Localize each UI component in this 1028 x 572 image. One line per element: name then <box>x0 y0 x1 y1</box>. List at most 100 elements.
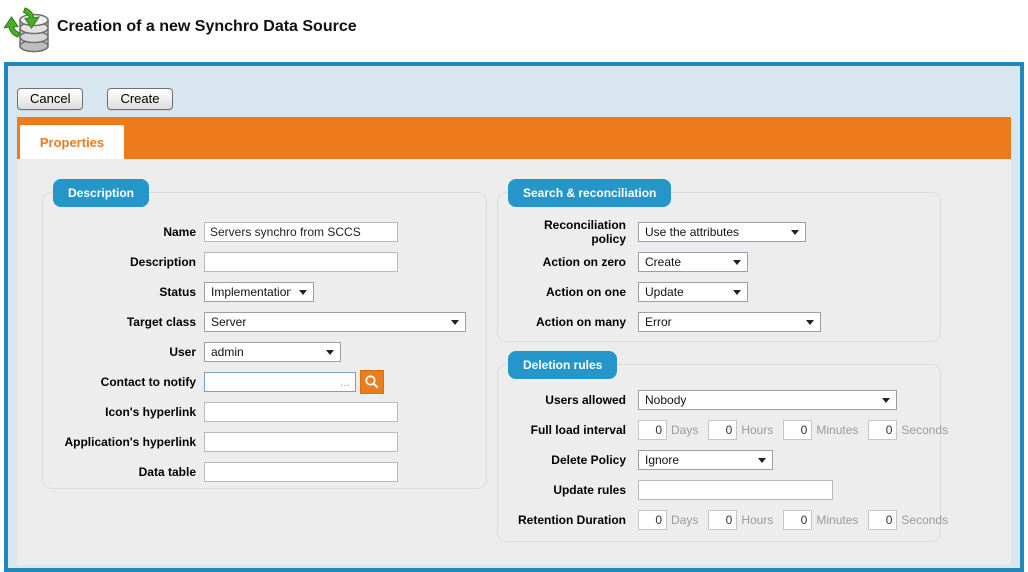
delete-policy-select-value: Ignore <box>645 453 679 467</box>
description-section: Description Name Description Status Impl… <box>42 192 487 489</box>
users-allowed-row: Users allowed Nobody <box>506 390 932 410</box>
full-load-seconds-input[interactable] <box>868 420 897 440</box>
delete-policy-row: Delete Policy Ignore <box>506 450 932 470</box>
data-table-input[interactable] <box>204 462 398 482</box>
chevron-down-icon <box>806 320 814 325</box>
action-on-one-select-value: Update <box>645 285 684 299</box>
action-on-zero-select[interactable]: Create <box>638 252 748 272</box>
retention-minutes-input[interactable] <box>783 510 812 530</box>
status-select-value: Implementation <box>211 285 291 299</box>
contact-to-notify-row: Contact to notify ... <box>51 372 478 392</box>
data-table-row: Data table <box>51 462 478 482</box>
days-unit-label: Days <box>671 513 698 527</box>
icon-hyperlink-input[interactable] <box>204 402 398 422</box>
chevron-down-icon <box>451 320 459 325</box>
full-load-minutes-input[interactable] <box>783 420 812 440</box>
application-hyperlink-input[interactable] <box>204 432 398 452</box>
minutes-unit-label: Minutes <box>816 513 858 527</box>
description-section-title: Description <box>53 179 149 207</box>
status-select[interactable]: Implementation <box>204 282 314 302</box>
user-select[interactable]: admin <box>204 342 341 362</box>
tab-properties[interactable]: Properties <box>20 125 124 159</box>
reconciliation-policy-label: Reconciliation policy <box>506 218 626 246</box>
page-header: Creation of a new Synchro Data Source <box>0 0 1028 62</box>
name-input[interactable] <box>204 222 398 242</box>
action-on-many-label: Action on many <box>506 315 626 329</box>
contact-to-notify-label: Contact to notify <box>51 375 196 389</box>
description-row: Description <box>51 252 478 272</box>
tab-strip: Properties <box>17 117 1011 159</box>
page: Creation of a new Synchro Data Source Ca… <box>0 0 1028 572</box>
description-input[interactable] <box>204 252 398 272</box>
action-on-many-select[interactable]: Error <box>638 312 821 332</box>
name-label: Name <box>51 225 196 239</box>
name-row: Name <box>51 222 478 242</box>
cancel-button[interactable]: Cancel <box>17 88 83 110</box>
chevron-down-icon <box>882 398 890 403</box>
retention-hours-input[interactable] <box>708 510 737 530</box>
contact-to-notify-input[interactable] <box>204 372 356 392</box>
hours-unit-label: Hours <box>741 423 773 437</box>
retention-days-input[interactable] <box>638 510 667 530</box>
full-load-hours-input[interactable] <box>708 420 737 440</box>
minutes-unit-label: Minutes <box>816 423 858 437</box>
action-on-zero-label: Action on zero <box>506 255 626 269</box>
delete-policy-select[interactable]: Ignore <box>638 450 773 470</box>
reconciliation-policy-select[interactable]: Use the attributes <box>638 222 806 242</box>
action-on-many-select-value: Error <box>645 315 672 329</box>
retention-seconds-input[interactable] <box>868 510 897 530</box>
form-content: Description Name Description Status Impl… <box>17 159 1011 565</box>
icon-hyperlink-label: Icon's hyperlink <box>51 405 196 419</box>
full-load-interval-label: Full load interval <box>506 423 626 437</box>
user-row: User admin <box>51 342 478 362</box>
toolbar: Cancel Create <box>17 88 173 110</box>
application-hyperlink-label: Application's hyperlink <box>51 435 196 449</box>
delete-policy-label: Delete Policy <box>506 453 626 467</box>
status-label: Status <box>51 285 196 299</box>
main-frame: Cancel Create Properties Description Nam… <box>4 62 1024 572</box>
contact-to-notify-field: ... <box>204 372 356 392</box>
chevron-down-icon <box>299 290 307 295</box>
chevron-down-icon <box>791 230 799 235</box>
reconciliation-policy-row: Reconciliation policy Use the attributes <box>506 222 932 242</box>
seconds-unit-label: Seconds <box>901 423 948 437</box>
target-class-label: Target class <box>51 315 196 329</box>
user-label: User <box>51 345 196 359</box>
chevron-down-icon <box>758 458 766 463</box>
data-table-label: Data table <box>51 465 196 479</box>
description-label: Description <box>51 255 196 269</box>
action-on-one-row: Action on one Update <box>506 282 932 302</box>
create-button[interactable]: Create <box>107 88 172 110</box>
application-hyperlink-row: Application's hyperlink <box>51 432 478 452</box>
icon-hyperlink-row: Icon's hyperlink <box>51 402 478 422</box>
reconciliation-policy-select-value: Use the attributes <box>645 225 739 239</box>
status-row: Status Implementation <box>51 282 478 302</box>
contact-search-button[interactable] <box>360 370 384 394</box>
update-rules-input[interactable] <box>638 480 833 500</box>
days-unit-label: Days <box>671 423 698 437</box>
retention-duration-label: Retention Duration <box>506 513 626 527</box>
users-allowed-select-value: Nobody <box>645 393 686 407</box>
action-on-zero-row: Action on zero Create <box>506 252 932 272</box>
retention-duration-row: Retention Duration Days Hours Minutes Se… <box>506 510 932 530</box>
search-reconciliation-section-title: Search & reconciliation <box>508 179 671 207</box>
action-on-one-select[interactable]: Update <box>638 282 748 302</box>
chevron-down-icon <box>733 290 741 295</box>
target-class-select-value: Server <box>211 315 246 329</box>
update-rules-label: Update rules <box>506 483 626 497</box>
deletion-rules-section: Deletion rules Users allowed Nobody Full… <box>497 364 941 542</box>
action-on-many-row: Action on many Error <box>506 312 932 332</box>
tab-bar: Properties <box>17 117 1011 159</box>
chevron-down-icon <box>733 260 741 265</box>
target-class-select[interactable]: Server <box>204 312 466 332</box>
full-load-days-input[interactable] <box>638 420 667 440</box>
action-on-zero-select-value: Create <box>645 255 681 269</box>
search-icon <box>364 374 380 390</box>
seconds-unit-label: Seconds <box>901 513 948 527</box>
user-select-value: admin <box>211 345 244 359</box>
users-allowed-label: Users allowed <box>506 393 626 407</box>
page-title: Creation of a new Synchro Data Source <box>57 18 357 36</box>
update-rules-row: Update rules <box>506 480 932 500</box>
target-class-row: Target class Server <box>51 312 478 332</box>
users-allowed-select[interactable]: Nobody <box>638 390 897 410</box>
